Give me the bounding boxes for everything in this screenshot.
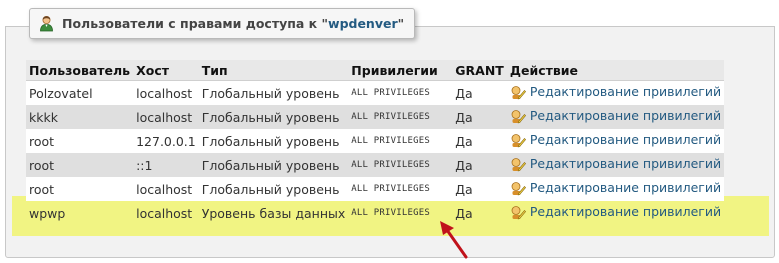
cell-host: localhost [133,80,199,105]
edit-privileges-link[interactable]: Редактирование привилегий [510,84,721,100]
fieldset-legend: Пользователи с правами доступа к " wpdenv… [29,8,416,39]
table-row: kkkk localhost Глобальный уровень ALL PR… [26,105,725,129]
table-row: root 127.0.0.1 Глобальный уровень ALL PR… [26,129,725,153]
edit-privileges-label: Редактирование привилегий [529,108,722,123]
edit-privileges-label: Редактирование привилегий [529,84,722,99]
edit-privileges-link[interactable]: Редактирование привилегий [510,180,721,196]
cell-type: Уровень базы данных [201,205,346,221]
cell-host: 127.0.0.1 [133,129,199,153]
edit-privileges-icon [511,181,526,195]
users-table: Пользователь Хост Тип Привилегии GRANT Д… [26,60,725,225]
cell-type: Глобальный уровень [198,80,349,105]
cell-privileges: ALL PRIVILEGES [348,129,453,153]
edit-privileges-label: Редактирование привилегий [529,204,722,219]
cell-action: Редактирование привилегий [506,80,725,105]
cell-grant: Да [452,105,507,129]
legend-db-name: wpdenver [328,16,398,31]
column-header-privileges: Привилегии [348,60,453,81]
legend-title-suffix: " [397,16,405,31]
cell-host: ::1 [133,153,199,177]
legend-title-prefix: Пользователи с правами доступа к " [62,16,329,31]
edit-privileges-icon [511,157,526,171]
cell-action: Редактирование привилегий [506,105,725,129]
edit-privileges-link[interactable]: Редактирование привилегий [510,132,721,148]
table-header-row: Пользователь Хост Тип Привилегии GRANT Д… [26,60,725,81]
edit-privileges-link[interactable]: Редактирование привилегий [510,108,721,124]
cell-privileges: ALL PRIVILEGES [348,105,453,129]
cell-user: root [26,153,134,177]
cell-host: localhost [136,205,193,221]
column-header-host: Хост [133,60,199,81]
cell-type: Глобальный уровень [198,177,349,201]
edit-privileges-icon [511,205,526,219]
privileges-panel: Пользователи с правами доступа к " wpdenv… [0,0,779,263]
cell-type: Глобальный уровень [198,129,349,153]
cell-action: Редактирование привилегий [507,201,724,225]
cell-user: kkkk [26,105,134,129]
cell-privileges: ALL PRIVILEGES [348,153,453,177]
cell-privileges: ALL PRIVILEGES [348,177,453,201]
cell-privileges: ALL PRIVILEGES [348,80,453,105]
cell-host: localhost [133,177,199,201]
column-header-action: Действие [506,60,725,81]
table-row: root localhost Глобальный уровень ALL PR… [26,177,725,201]
table-row: Polzovatel localhost Глобальный уровень … [26,80,725,105]
cell-user: root [26,177,134,201]
column-header-type: Тип [198,60,349,81]
cell-host: localhost [133,105,199,129]
cell-privileges: ALL PRIVILEGES [351,208,430,218]
cell-type: Глобальный уровень [198,105,349,129]
cell-grant: Да [452,177,507,201]
cell-user: Polzovatel [26,80,134,105]
edit-privileges-label: Редактирование привилегий [529,156,722,171]
cell-grant: Да [452,129,507,153]
edit-privileges-link[interactable]: Редактирование привилегий [510,156,721,172]
cell-user: root [26,129,134,153]
cell-action: Редактирование привилегий [506,153,725,177]
column-header-grant: GRANT [452,60,507,81]
edit-privileges-label: Редактирование привилегий [529,132,722,147]
edit-privileges-label: Редактирование привилегий [529,180,722,195]
cell-grant: Да [452,80,507,105]
edit-privileges-icon [511,133,526,147]
users-icon [40,16,53,32]
table-row-highlighted: wpwp localhost Уровень базы данных ALL P… [26,201,724,225]
edit-privileges-icon [511,85,526,99]
edit-privileges-link[interactable]: Редактирование привилегий [510,204,721,220]
cell-action: Редактирование привилегий [506,129,725,153]
cell-action: Редактирование привилегий [506,177,725,201]
table-row: root ::1 Глобальный уровень ALL PRIVILEG… [26,153,725,177]
red-arrow-annotation [440,221,468,259]
column-header-user: Пользователь [26,60,134,81]
edit-privileges-icon [511,109,526,123]
cell-type: Глобальный уровень [198,153,349,177]
cell-user: wpwp [29,205,66,221]
cell-grant: Да [452,153,507,177]
